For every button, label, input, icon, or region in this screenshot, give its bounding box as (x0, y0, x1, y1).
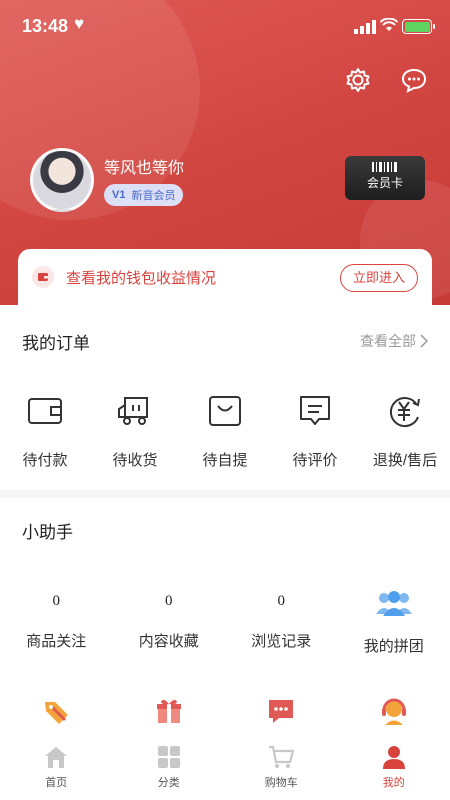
gift-entry[interactable] (113, 696, 226, 726)
tab-home[interactable]: 首页 (0, 738, 113, 800)
avatar[interactable] (30, 148, 94, 212)
stat-browse-history[interactable]: 0 浏览记录 (225, 590, 338, 656)
stat-group-buy[interactable]: 我的拼团 (338, 590, 450, 656)
order-pending-receipt[interactable]: 待收货 (90, 393, 180, 470)
order-pending-payment[interactable]: 待付款 (0, 393, 90, 470)
orders-title: 我的订单 (22, 334, 90, 353)
order-label: 待评价 (292, 452, 338, 469)
tab-label: 我的 (382, 777, 405, 789)
tab-label: 分类 (157, 777, 180, 789)
tab-mine[interactable]: 我的 (338, 738, 450, 800)
order-pending-review[interactable]: 待评价 (270, 393, 360, 470)
my-orders-section: 我的订单 查看全部 待付款 待收货 待自提 待评价 退换/售后 (0, 305, 450, 490)
level-label: V1 (112, 189, 126, 201)
stat-label: 我的拼团 (363, 638, 424, 655)
group-icon (375, 591, 412, 616)
stat-saved-content[interactable]: 0 内容收藏 (113, 590, 226, 656)
order-pending-pickup[interactable]: 待自提 (180, 393, 270, 470)
stat-count: 0 (52, 593, 61, 609)
chevron-right-icon (420, 334, 428, 348)
wifi-icon (380, 18, 398, 31)
customer-service-icon (381, 698, 406, 725)
bag-icon (209, 396, 241, 426)
order-refund-aftersale[interactable]: 退换/售后 (360, 393, 450, 470)
wallet-small-icon (32, 266, 54, 288)
coupon-entry[interactable] (0, 696, 113, 726)
stat-label: 内容收藏 (138, 633, 199, 650)
message-icon (269, 700, 294, 723)
view-all-orders-link[interactable]: 查看全部 (360, 331, 428, 351)
wallet-text: 查看我的钱包收益情况 (66, 269, 217, 287)
home-icon (45, 747, 68, 768)
stat-count: 0 (277, 593, 286, 609)
status-time: 13:48 (22, 16, 69, 36)
tab-label: 首页 (45, 777, 68, 789)
category-icon (157, 746, 180, 768)
settings-gear-icon[interactable] (344, 66, 372, 94)
stat-count: 0 (165, 593, 173, 609)
view-all-label: 查看全部 (360, 333, 416, 349)
comment-icon (300, 396, 330, 425)
wallet-banner[interactable]: 查看我的钱包收益情况 立即进入 (18, 249, 432, 305)
signal-icon (354, 20, 376, 34)
wallet-icon (28, 398, 62, 424)
vip-card-label: 会员卡 (366, 176, 403, 190)
order-label: 退换/售后 (372, 452, 438, 469)
user-icon (382, 746, 405, 769)
stat-followed-products[interactable]: 0 商品关注 (0, 590, 113, 656)
barcode-icon (372, 162, 397, 172)
order-label: 待收货 (112, 452, 158, 469)
yen-refresh-icon (389, 397, 420, 427)
tab-category[interactable]: 分类 (113, 738, 226, 800)
stat-label: 商品关注 (26, 633, 87, 650)
truck-icon (118, 397, 148, 425)
stat-label: 浏览记录 (251, 633, 312, 650)
message-bubble-icon[interactable] (400, 66, 428, 94)
cart-icon (269, 745, 295, 768)
enter-wallet-button[interactable]: 立即进入 (339, 264, 418, 292)
member-tier-label: 新音会员 (131, 190, 176, 202)
member-level-badge[interactable]: V1 新音会员 (104, 184, 184, 206)
coupon-icon (45, 702, 69, 724)
tab-cart[interactable]: 购物车 (225, 738, 338, 800)
status-bar: 13:48 ♥ (0, 0, 450, 54)
tab-label: 购物车 (264, 777, 298, 789)
message-entry[interactable] (225, 696, 338, 726)
user-nickname: 等风也等你 (104, 160, 185, 177)
battery-icon (402, 19, 435, 34)
order-label: 待付款 (22, 452, 68, 469)
heart-icon: ♥ (74, 14, 85, 33)
gift-icon (156, 699, 181, 723)
helper-title: 小助手 (22, 523, 73, 542)
customer-service-entry[interactable] (338, 696, 450, 726)
order-label: 待自提 (202, 452, 248, 469)
vip-card-button[interactable]: 会员卡 (345, 156, 425, 200)
bottom-tab-bar: 首页 分类 购物车 我的 (0, 738, 450, 800)
